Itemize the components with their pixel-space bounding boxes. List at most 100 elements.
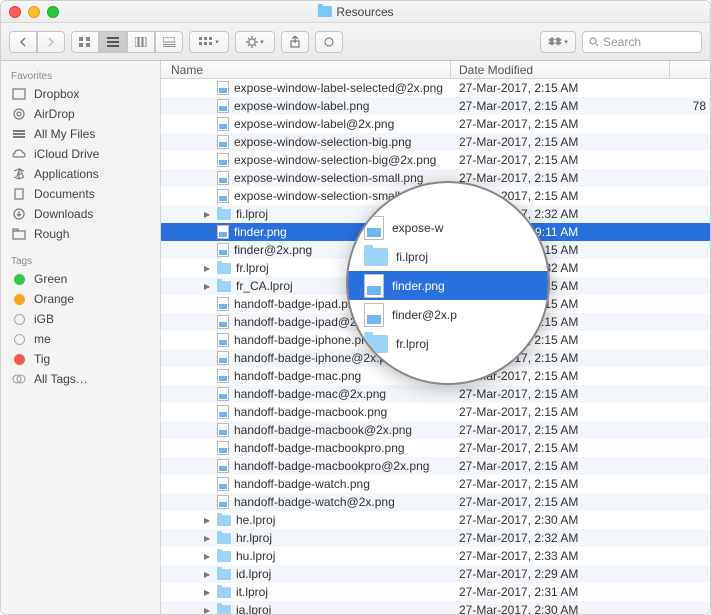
file-row[interactable]: ▶hr.lproj27-Mar-2017, 2:32 AM (161, 529, 710, 547)
file-date: 27-Mar-2017, 2:15 AM (451, 117, 670, 131)
disclosure-triangle-icon[interactable]: ▶ (204, 264, 212, 273)
sidebar-tag-orange[interactable]: Orange (1, 289, 160, 309)
file-date: 27-Mar-2017, 2:15 AM (451, 387, 670, 401)
minimize-button[interactable] (28, 6, 40, 18)
dropbox-button[interactable]: ▾ (540, 31, 576, 53)
sidebar-tag-green[interactable]: Green (1, 269, 160, 289)
file-row[interactable]: handoff-badge-macbook.png27-Mar-2017, 2:… (161, 403, 710, 421)
disclosure-triangle-icon[interactable]: ▶ (204, 534, 212, 543)
share-button[interactable] (281, 31, 309, 53)
file-name: expose-window-label-selected@2x.png (234, 81, 443, 95)
disclosure-triangle-icon[interactable]: ▶ (204, 210, 212, 219)
sidebar-item-all-my-files[interactable]: All My Files (1, 124, 160, 144)
nav-group (9, 31, 65, 53)
folder-icon (217, 605, 231, 615)
apps-icon: A (11, 167, 27, 181)
action-button[interactable]: ▾ (235, 31, 275, 53)
file-name: finder@2x.png (234, 243, 312, 257)
file-browser: Name Date Modified expose-window-label-s… (161, 61, 710, 614)
file-date: 27-Mar-2017, 2:29 AM (451, 567, 670, 581)
disclosure-triangle-icon[interactable]: ▶ (204, 606, 212, 615)
file-row[interactable]: expose-window-label.png27-Mar-2017, 2:15… (161, 97, 710, 115)
file-row[interactable]: expose-window-selection-big.png27-Mar-20… (161, 133, 710, 151)
sidebar-item-downloads[interactable]: Downloads (1, 204, 160, 224)
disclosure-triangle-icon[interactable]: ▶ (204, 588, 212, 597)
sidebar-item-rough[interactable]: Rough (1, 224, 160, 244)
file-date: 27-Mar-2017, 2:31 AM (451, 585, 670, 599)
file-name: finder.png (234, 225, 287, 239)
sidebar-item-label: iCloud Drive (34, 147, 99, 161)
col-name[interactable]: Name (161, 61, 451, 78)
toolbar: ▾ ▾ ▾ Search (1, 23, 710, 61)
col-date[interactable]: Date Modified (451, 61, 670, 78)
file-row[interactable]: ▶ja.lproj27-Mar-2017, 2:30 AM (161, 601, 710, 614)
file-row[interactable]: handoff-badge-macbookpro.png27-Mar-2017,… (161, 439, 710, 457)
sidebar-item-label: Orange (34, 292, 74, 306)
tag-dot-icon (11, 292, 27, 306)
file-row[interactable]: ▶hu.lproj27-Mar-2017, 2:33 AM (161, 547, 710, 565)
image-file-icon (217, 135, 229, 149)
file-row[interactable]: handoff-badge-watch.png27-Mar-2017, 2:15… (161, 475, 710, 493)
file-row[interactable]: ▶it.lproj27-Mar-2017, 2:31 AM (161, 583, 710, 601)
back-button[interactable] (9, 31, 37, 53)
image-file-icon (217, 369, 229, 383)
sidebar-tag-all-tags-[interactable]: All Tags… (1, 369, 160, 389)
sidebar-item-icloud-drive[interactable]: iCloud Drive (1, 144, 160, 164)
icon-view-button[interactable] (71, 31, 99, 53)
list-view-button[interactable] (99, 31, 127, 53)
icloud-icon (11, 147, 27, 161)
sidebar-item-applications[interactable]: AApplications (1, 164, 160, 184)
file-row[interactable]: expose-window-label-selected@2x.png27-Ma… (161, 79, 710, 97)
sidebar-item-airdrop[interactable]: AirDrop (1, 104, 160, 124)
sidebar-item-label: iGB (34, 312, 54, 326)
file-row[interactable]: ▶he.lproj27-Mar-2017, 2:30 AM (161, 511, 710, 529)
folder-icon (217, 263, 231, 274)
image-file-icon (217, 333, 229, 347)
search-field[interactable]: Search (582, 31, 702, 53)
forward-button[interactable] (37, 31, 65, 53)
downloads-icon (11, 207, 27, 221)
zoom-button[interactable] (47, 6, 59, 18)
disclosure-triangle-icon[interactable]: ▶ (204, 282, 212, 291)
file-row[interactable]: expose-window-selection-big@2x.png27-Mar… (161, 151, 710, 169)
svg-text:A: A (16, 167, 24, 180)
search-placeholder: Search (603, 35, 641, 49)
file-date: 27-Mar-2017, 2:15 AM (451, 423, 670, 437)
sidebar-item-label: me (34, 332, 51, 346)
sidebar-tag-tig[interactable]: Tig (1, 349, 160, 369)
image-file-icon (217, 243, 229, 257)
sidebar-item-dropbox[interactable]: Dropbox (1, 84, 160, 104)
magnifier-row: finder@2x.p (348, 300, 548, 329)
finder-window: Resources ▾ ▾ ▾ Search Favorites Dropbox… (0, 0, 711, 615)
sidebar-tag-me[interactable]: me (1, 329, 160, 349)
airdrop-icon (11, 107, 27, 121)
file-row[interactable]: ▶id.lproj27-Mar-2017, 2:29 AM (161, 565, 710, 583)
close-button[interactable] (9, 6, 21, 18)
folder-icon (217, 281, 231, 292)
sidebar-item-label: Tig (34, 352, 50, 366)
arrange-button[interactable]: ▾ (189, 31, 229, 53)
file-row[interactable]: handoff-badge-macbook@2x.png27-Mar-2017,… (161, 421, 710, 439)
sidebar-item-documents[interactable]: Documents (1, 184, 160, 204)
sidebar-item-label: Documents (34, 187, 95, 201)
body: Favorites DropboxAirDropAll My FilesiClo… (1, 61, 710, 614)
column-view-button[interactable] (127, 31, 155, 53)
tags-button[interactable] (315, 31, 343, 53)
file-date: 27-Mar-2017, 2:32 AM (451, 531, 670, 545)
folder-icon (217, 209, 231, 220)
magnifier-row: finder.png (348, 271, 548, 300)
disclosure-triangle-icon[interactable]: ▶ (204, 516, 212, 525)
titlebar: Resources (1, 1, 710, 23)
disclosure-triangle-icon[interactable]: ▶ (204, 570, 212, 579)
folder-icon (11, 227, 27, 241)
file-row[interactable]: handoff-badge-mac@2x.png27-Mar-2017, 2:1… (161, 385, 710, 403)
file-row[interactable]: handoff-badge-watch@2x.png27-Mar-2017, 2… (161, 493, 710, 511)
disclosure-triangle-icon[interactable]: ▶ (204, 552, 212, 561)
file-row[interactable]: handoff-badge-macbookpro@2x.png27-Mar-20… (161, 457, 710, 475)
file-row[interactable]: expose-window-label@2x.png27-Mar-2017, 2… (161, 115, 710, 133)
file-name: he.lproj (236, 513, 275, 527)
coverflow-view-button[interactable] (155, 31, 183, 53)
sidebar: Favorites DropboxAirDropAll My FilesiClo… (1, 61, 161, 614)
sidebar-tag-igb[interactable]: iGB (1, 309, 160, 329)
image-file-icon (364, 303, 384, 327)
